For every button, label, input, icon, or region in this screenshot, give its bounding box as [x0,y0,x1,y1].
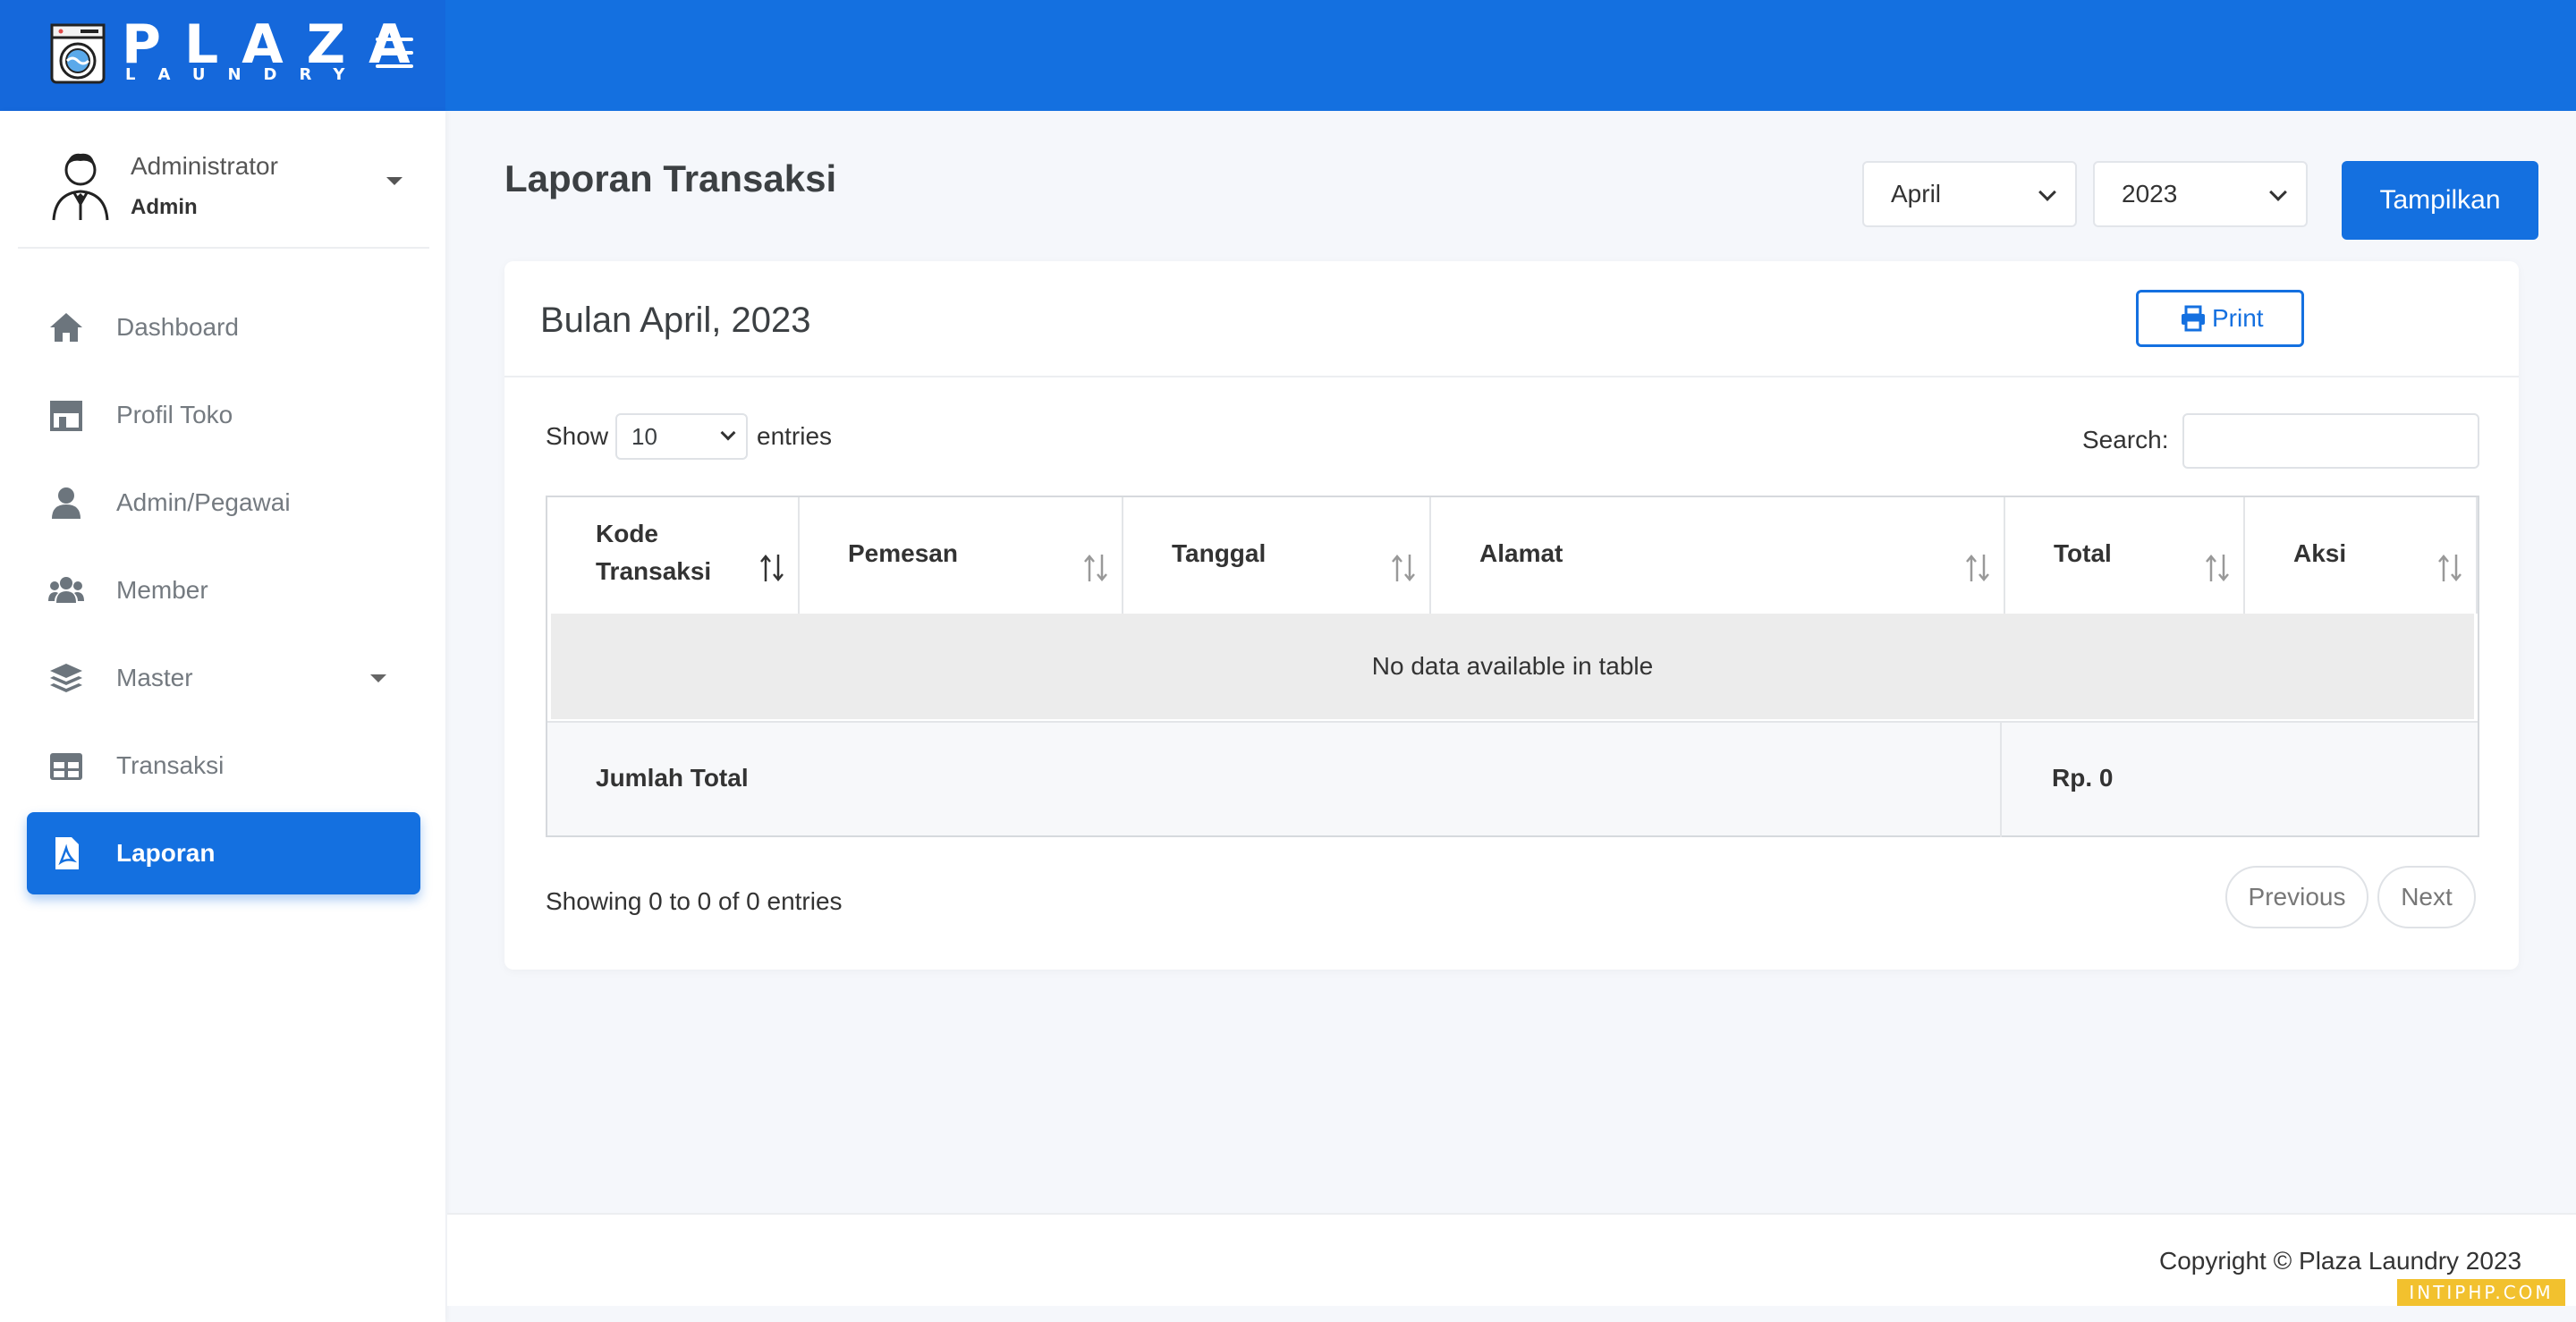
caret-down-icon[interactable] [386,177,402,185]
print-label: Print [2212,304,2264,332]
chevron-down-icon [2038,183,2056,201]
brand[interactable]: PLAZA LAUNDRY [0,0,445,111]
search-label: Search: [2082,426,2169,453]
sort-icon [1084,555,1107,581]
divider [2000,723,2002,837]
washing-machine-icon [50,23,106,84]
year-select[interactable]: 2023 [2093,161,2308,227]
show-label: Show [546,422,609,450]
sort-icon [2438,555,2462,581]
column-header-alamat[interactable]: Alamat [1431,497,2005,614]
sidebar-item-label: Laporan [116,839,216,867]
sort-icon [1392,555,1415,581]
next-button[interactable]: Next [2377,866,2476,928]
column-label: Alamat [1479,539,1563,567]
sort-icon [760,555,784,581]
column-header-tanggal[interactable]: Tanggal [1123,497,1431,614]
chevron-down-icon [2269,183,2287,201]
sidebar-item-dashboard[interactable]: Dashboard [27,286,420,369]
sidebar-item-label: Member [116,576,208,604]
store-icon [50,401,82,431]
month-select[interactable]: April [1862,161,2077,227]
year-select-value: 2023 [2122,180,2178,208]
user-name: Administrator [131,152,278,180]
transactions-table: Kode Transaksi Pemesan Tanggal Alamat Tot… [546,496,2479,837]
file-pdf-icon [55,837,79,869]
tampilkan-button[interactable]: Tampilkan [2342,161,2538,240]
page-length-value: 10 [631,423,657,450]
sidebar-item-member[interactable]: Member [27,549,420,631]
column-label: Total [2054,539,2112,567]
layers-icon [50,664,82,692]
column-header-total[interactable]: Total [2005,497,2245,614]
footer-total-label: Jumlah Total [596,764,749,792]
hamburger-menu-icon[interactable] [376,38,413,68]
sort-icon [1966,555,1989,581]
column-label: Aksi [2293,539,2347,567]
search-input[interactable] [2182,413,2479,469]
sidebar-item-master[interactable]: Master [27,637,420,719]
avatar [52,153,109,221]
sidebar-nav: Dashboard Profil Toko Admin/Pegawai Memb… [27,286,420,900]
sidebar-item-label: Master [116,664,193,691]
sidebar-item-label: Admin/Pegawai [116,488,291,516]
watermark: INTIPHP.COM [2397,1279,2565,1306]
previous-button[interactable]: Previous [2225,866,2368,928]
user-icon [52,487,80,519]
brand-subtitle: LAUNDRY [125,65,368,84]
column-label: Pemesan [848,539,958,567]
page-footer: Copyright © Plaza Laundry 2023 [447,1213,2576,1306]
page-length-select[interactable]: 10 [615,413,748,460]
print-button[interactable]: Print [2136,290,2304,347]
user-role: Admin [131,195,198,219]
sidebar-item-transaksi[interactable]: Transaksi [27,725,420,807]
sidebar-item-label: Profil Toko [116,401,233,428]
column-label: Kode Transaksi [596,520,712,585]
sort-icon [2206,555,2229,581]
report-card: Bulan April, 2023 Print Show 10 entries … [504,261,2519,970]
caret-down-icon [370,674,386,682]
table-icon [50,753,82,780]
sidebar-item-laporan[interactable]: Laporan [27,812,420,894]
column-header-aksi[interactable]: Aksi [2245,497,2478,614]
column-header-kode-transaksi[interactable]: Kode Transaksi [547,497,800,614]
sidebar-item-label: Transaksi [116,751,225,779]
table-info: Showing 0 to 0 of 0 entries [546,887,843,915]
card-header: Bulan April, 2023 Print [504,261,2519,377]
table-footer-row: Jumlah Total Rp. 0 [547,721,2478,837]
empty-table-message: No data available in table [551,614,2474,719]
column-header-pemesan[interactable]: Pemesan [800,497,1123,614]
card-title: Bulan April, 2023 [540,301,811,340]
sidebar-item-label: Dashboard [116,313,239,341]
copyright-text: Copyright © Plaza Laundry 2023 [2159,1247,2522,1275]
entries-label: entries [757,422,833,450]
users-icon [48,577,84,603]
page-title: Laporan Transaksi [504,157,837,199]
sidebar: Administrator Admin Dashboard Profil Tok… [0,111,445,1322]
chevron-down-icon [720,425,736,441]
column-label: Tanggal [1172,539,1267,567]
user-panel[interactable]: Administrator Admin [18,138,429,249]
sidebar-item-profil-toko[interactable]: Profil Toko [27,374,420,456]
month-select-value: April [1891,180,1942,208]
home-icon [50,313,82,342]
footer-total-value: Rp. 0 [2052,764,2114,792]
sidebar-item-admin-pegawai[interactable]: Admin/Pegawai [27,462,420,544]
print-icon [2182,305,2205,332]
